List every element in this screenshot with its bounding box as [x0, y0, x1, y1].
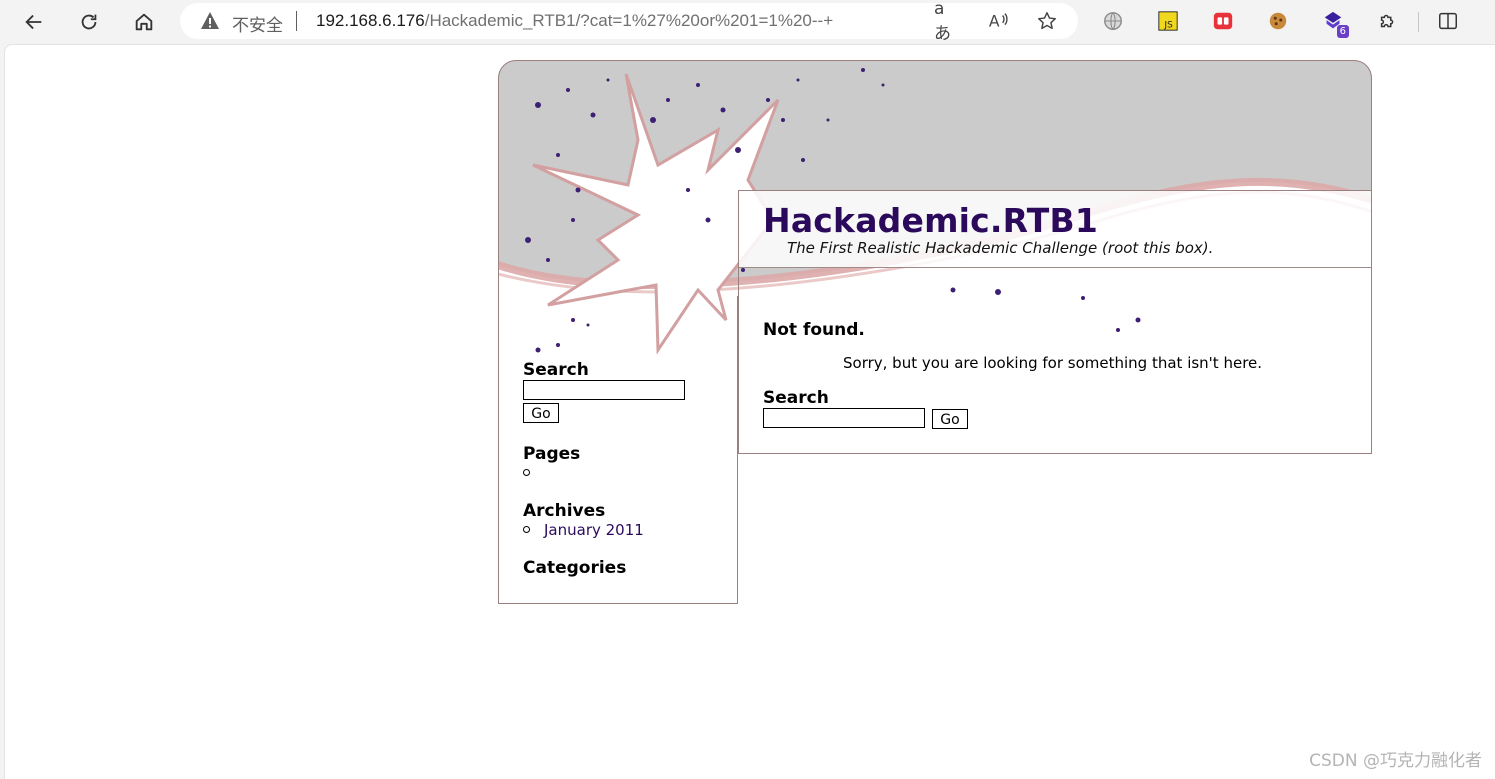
globe-extension-icon[interactable]	[1101, 9, 1125, 33]
extensions-puzzle-icon[interactable]	[1376, 9, 1400, 33]
hackbar-extension-icon[interactable]: 6	[1321, 9, 1349, 38]
svg-text:A: A	[989, 13, 1000, 31]
home-icon	[135, 13, 153, 31]
browser-toolbar: 不安全 192.168.6.176/Hackademic_RTB1/?cat=1…	[0, 0, 1495, 44]
archive-link-january-2011[interactable]: January 2011	[544, 521, 644, 539]
url-text[interactable]: 192.168.6.176/Hackademic_RTB1/?cat=1%27%…	[316, 11, 833, 31]
sidebar-search-input[interactable]	[523, 380, 685, 400]
js-extension-icon[interactable]: JS	[1156, 9, 1180, 33]
split-screen-icon[interactable]	[1436, 9, 1460, 33]
page-viewport: Search Go Pages Archives January 2011 Ca…	[4, 44, 1495, 779]
red-extension-icon[interactable]	[1211, 9, 1235, 33]
archives-list-bullet	[523, 526, 530, 533]
pages-list-bullet	[523, 469, 530, 476]
site-description: The First Realistic Hackademic Challenge…	[787, 239, 1214, 257]
refresh-button[interactable]	[73, 6, 105, 38]
site-container: Search Go Pages Archives January 2011 Ca…	[498, 60, 1372, 605]
toolbar-separator	[1418, 12, 1419, 32]
home-button[interactable]	[128, 6, 160, 38]
sidebar-pages-heading: Pages	[523, 444, 581, 464]
sidebar-search-heading: Search	[523, 360, 589, 380]
not-found-heading: Not found.	[763, 320, 865, 340]
back-arrow-icon	[25, 14, 42, 30]
main-search-heading: Search	[763, 388, 829, 408]
svg-text:JS: JS	[1163, 19, 1173, 30]
read-aloud-icon[interactable]: A	[986, 9, 1010, 33]
url-path: /Hackademic_RTB1/?cat=1%27%20or%201=1%20…	[424, 11, 834, 30]
site-title[interactable]: Hackademic.RTB1	[763, 201, 1098, 240]
main-go-button[interactable]: Go	[932, 409, 968, 429]
main-search-input[interactable]	[763, 408, 925, 428]
watermark-text: CSDN @巧克力融化者	[1309, 751, 1482, 771]
sidebar-go-button[interactable]: Go	[523, 403, 559, 423]
sidebar-archives-heading: Archives	[523, 501, 606, 521]
security-label[interactable]: 不安全	[232, 11, 283, 36]
address-separator	[296, 11, 297, 31]
translate-icon[interactable]: aあ	[934, 0, 958, 44]
not-found-message: Sorry, but you are looking for something…	[843, 354, 1263, 372]
back-button[interactable]	[18, 6, 50, 38]
favorite-star-icon[interactable]	[1035, 9, 1059, 33]
extension-badge: 6	[1336, 25, 1349, 38]
cookie-extension-icon[interactable]	[1266, 9, 1290, 33]
address-bar[interactable]: 不安全 192.168.6.176/Hackademic_RTB1/?cat=1…	[180, 0, 1078, 44]
refresh-icon	[81, 14, 97, 30]
sidebar-categories-heading: Categories	[523, 558, 627, 578]
url-host: 192.168.6.176	[316, 11, 425, 30]
title-panel: Hackademic.RTB1 The First Realistic Hack…	[739, 191, 1371, 268]
warning-icon[interactable]	[200, 11, 220, 31]
